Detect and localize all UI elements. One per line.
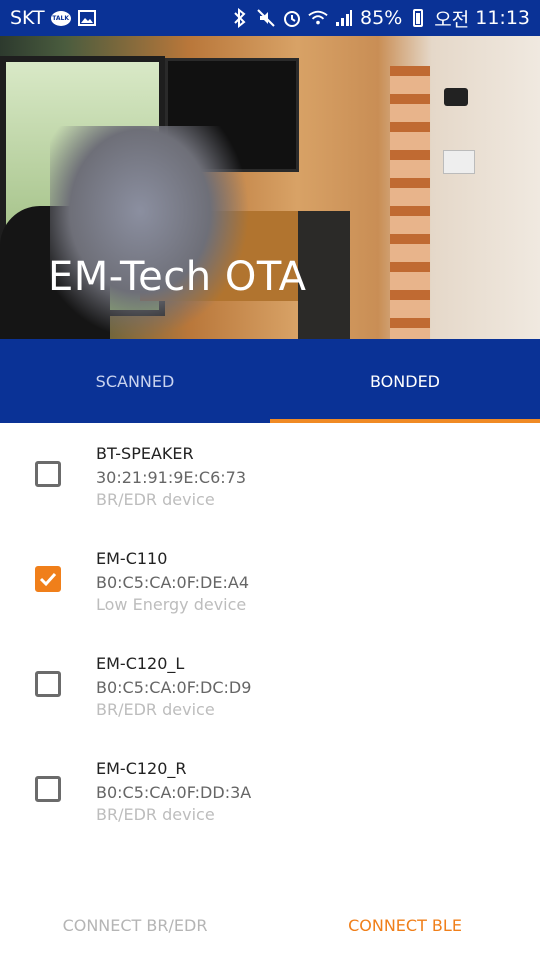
- ampm-label: 오전: [434, 8, 470, 31]
- image-icon: [77, 8, 97, 28]
- device-type: Low Energy device: [96, 595, 247, 614]
- device-type: BR/EDR device: [96, 490, 215, 509]
- device-address: 30:21:91:9E:C6:73: [96, 468, 247, 487]
- tab-scanned[interactable]: SCANNED: [0, 339, 270, 423]
- list-item[interactable]: EM-C110 B0:C5:CA:0F:DE:A4 Low Energy dev…: [0, 528, 540, 633]
- clock: 11:13: [475, 7, 530, 29]
- device-list: BT-SPEAKER 30:21:91:9E:C6:73 BR/EDR devi…: [0, 423, 540, 843]
- device-address: B0:C5:CA:0F:DE:A4: [96, 573, 249, 592]
- device-checkbox[interactable]: [35, 461, 61, 487]
- status-right: 85% 오전 11:13: [230, 5, 530, 32]
- device-checkbox[interactable]: [35, 671, 61, 697]
- carrier-label: SKT: [10, 7, 45, 29]
- device-name: BT-SPEAKER: [96, 444, 194, 463]
- list-item[interactable]: BT-SPEAKER 30:21:91:9E:C6:73 BR/EDR devi…: [0, 423, 540, 528]
- list-item[interactable]: EM-C120_R B0:C5:CA:0F:DD:3A BR/EDR devic…: [0, 738, 540, 843]
- hero-person: [50, 126, 250, 339]
- check-icon: [39, 572, 57, 587]
- connect-ble-button[interactable]: CONNECT BLE: [270, 890, 540, 960]
- device-address: B0:C5:CA:0F:DC:D9: [96, 678, 252, 697]
- device-name: EM-C120_L: [96, 654, 185, 673]
- list-item[interactable]: EM-C120_L B0:C5:CA:0F:DC:D9 BR/EDR devic…: [0, 633, 540, 738]
- tab-bonded[interactable]: BONDED: [270, 339, 540, 423]
- device-address: B0:C5:CA:0F:DD:3A: [96, 783, 252, 802]
- battery-icon: [408, 8, 428, 28]
- status-left: SKT TALK: [10, 7, 97, 29]
- bluetooth-icon: [230, 8, 250, 28]
- header-image: EM-Tech OTA: [0, 36, 540, 339]
- hero-wall-speaker: [444, 88, 468, 106]
- device-checkbox[interactable]: [35, 776, 61, 802]
- battery-percent: 85%: [360, 7, 403, 29]
- device-type: BR/EDR device: [96, 805, 215, 824]
- action-bar: CONNECT BR/EDR CONNECT BLE: [0, 890, 540, 960]
- talk-icon: TALK: [50, 8, 71, 28]
- device-checkbox[interactable]: [35, 566, 61, 592]
- device-name: EM-C120_R: [96, 759, 187, 778]
- tab-bar: SCANNED BONDED: [0, 339, 540, 423]
- connect-bredr-button[interactable]: CONNECT BR/EDR: [0, 890, 270, 960]
- mute-icon: [256, 8, 276, 28]
- wifi-icon: [308, 8, 328, 28]
- device-name: EM-C110: [96, 549, 168, 568]
- device-type: BR/EDR device: [96, 700, 215, 719]
- alarm-icon: [282, 8, 302, 28]
- signal-icon: [334, 8, 354, 28]
- status-bar: SKT TALK 85% 오전 11:13: [0, 0, 540, 36]
- hero-rack: [390, 66, 430, 339]
- hero-switch: [443, 150, 475, 174]
- app-title: EM-Tech OTA: [48, 254, 307, 300]
